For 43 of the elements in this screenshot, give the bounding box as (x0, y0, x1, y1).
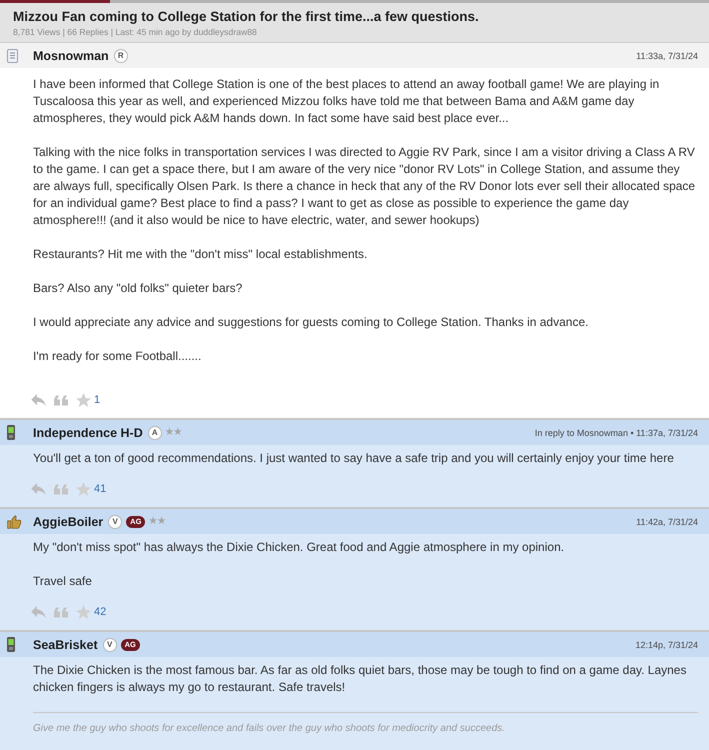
post-time: 11:42a, 7/31/24 (636, 516, 698, 526)
like-count[interactable]: 42 (94, 606, 106, 618)
reply-icon[interactable] (31, 483, 46, 495)
thread-title: Mizzou Fan coming to College Station for the first time...a few questions. (13, 8, 480, 25)
user-badge: V (108, 514, 122, 528)
post-paragraph: My "don't miss spot" has always the Dixie Chicken. Great food and Aggie atmosphere in my opinion. (33, 539, 566, 556)
post-paragraph: The Dixie Chicken is the most famous bar. As far as old folks quiet bars, those may be tough to find on a game day. Laynes chicken fingers is always my go to restaurant. Safe travels! (33, 662, 688, 696)
thumbs-up-icon (7, 514, 22, 528)
post-paragraph: You'll get a ton of good recommendations. I just wanted to say have a safe trip and you will certainly enjoy your time here (33, 450, 675, 467)
phone-icon (7, 637, 15, 652)
quote-icon[interactable] (54, 484, 68, 494)
signature: Give me the guy who shoots for excellence and fails over the guy who shoots for mediocrity and succeeds. (33, 712, 698, 735)
star-icon[interactable] (76, 482, 91, 496)
post-paragraph: Restaurants? Hit me with the "don't miss" local establishments. (33, 246, 368, 263)
author-name[interactable]: AggieBoiler (33, 514, 104, 528)
like-count[interactable]: 1 (94, 394, 100, 406)
post-paragraph: I'm ready for some Football....... (33, 348, 202, 365)
post-time: In reply to Mosnowman • 11:37a, 7/31/24 (534, 428, 698, 438)
post-paragraph: Travel safe (33, 573, 93, 590)
post-paragraph: Talking with the nice folks in transportation services I was directed to Aggie RV Park, since I am a visitor driving a Class A RV to the game. I can get a space there, but I am aware of the very nice "donor RV Lots" in College Station, and assume they are always full, specifically Olsen Park. Is there a chance in heck that any of the RV Donor lots ever sell their allocated space for an individual game? Best place to find a pass? I want to get as close as possible to experience the game day atmosphere!!! (and it also would be nice to have electric, water, and sewer hookups) (33, 144, 696, 229)
post-time: 11:33a, 7/31/24 (636, 50, 698, 60)
author-name[interactable]: Independence H-D (33, 426, 143, 440)
quote-icon[interactable] (54, 394, 68, 406)
post-paragraph: I have been informed that College Station is one of the best places to attend an away football game! We are playing in Tuscaloosa this year as well, and experienced Mizzou folks have told me that between Bama and A&M game day atmospheres, they would pick A&M hands down. In fact some have said best place ever... (33, 76, 660, 127)
thread-stats: 8,781 Views | 66 Replies | Last: 45 min ago by duddleysdraw88 (13, 26, 258, 38)
rank-stars: ★★ (148, 516, 166, 527)
star-icon[interactable] (76, 605, 91, 619)
reply-icon[interactable] (31, 606, 46, 618)
author-name[interactable]: Mosnowman (33, 48, 109, 62)
document-icon (7, 48, 18, 62)
quote-icon[interactable] (54, 606, 68, 618)
rank-stars: ★★ (164, 427, 182, 438)
reply-icon[interactable] (31, 394, 46, 406)
post-time: 12:14p, 7/31/24 (635, 640, 698, 650)
post-paragraph: Bars? Also any "old folks" quieter bars? (33, 280, 244, 297)
like-count[interactable]: 41 (94, 483, 106, 495)
user-badge: R (114, 48, 128, 62)
post-paragraph: I would appreciate any advice and suggestions for guests coming to College Station. Thanks in advance. (33, 314, 590, 331)
user-badge: V (102, 638, 117, 652)
phone-icon (7, 425, 15, 440)
star-icon[interactable] (76, 393, 91, 407)
user-badge: A (148, 426, 162, 440)
author-name[interactable]: SeaBrisket (33, 638, 98, 652)
